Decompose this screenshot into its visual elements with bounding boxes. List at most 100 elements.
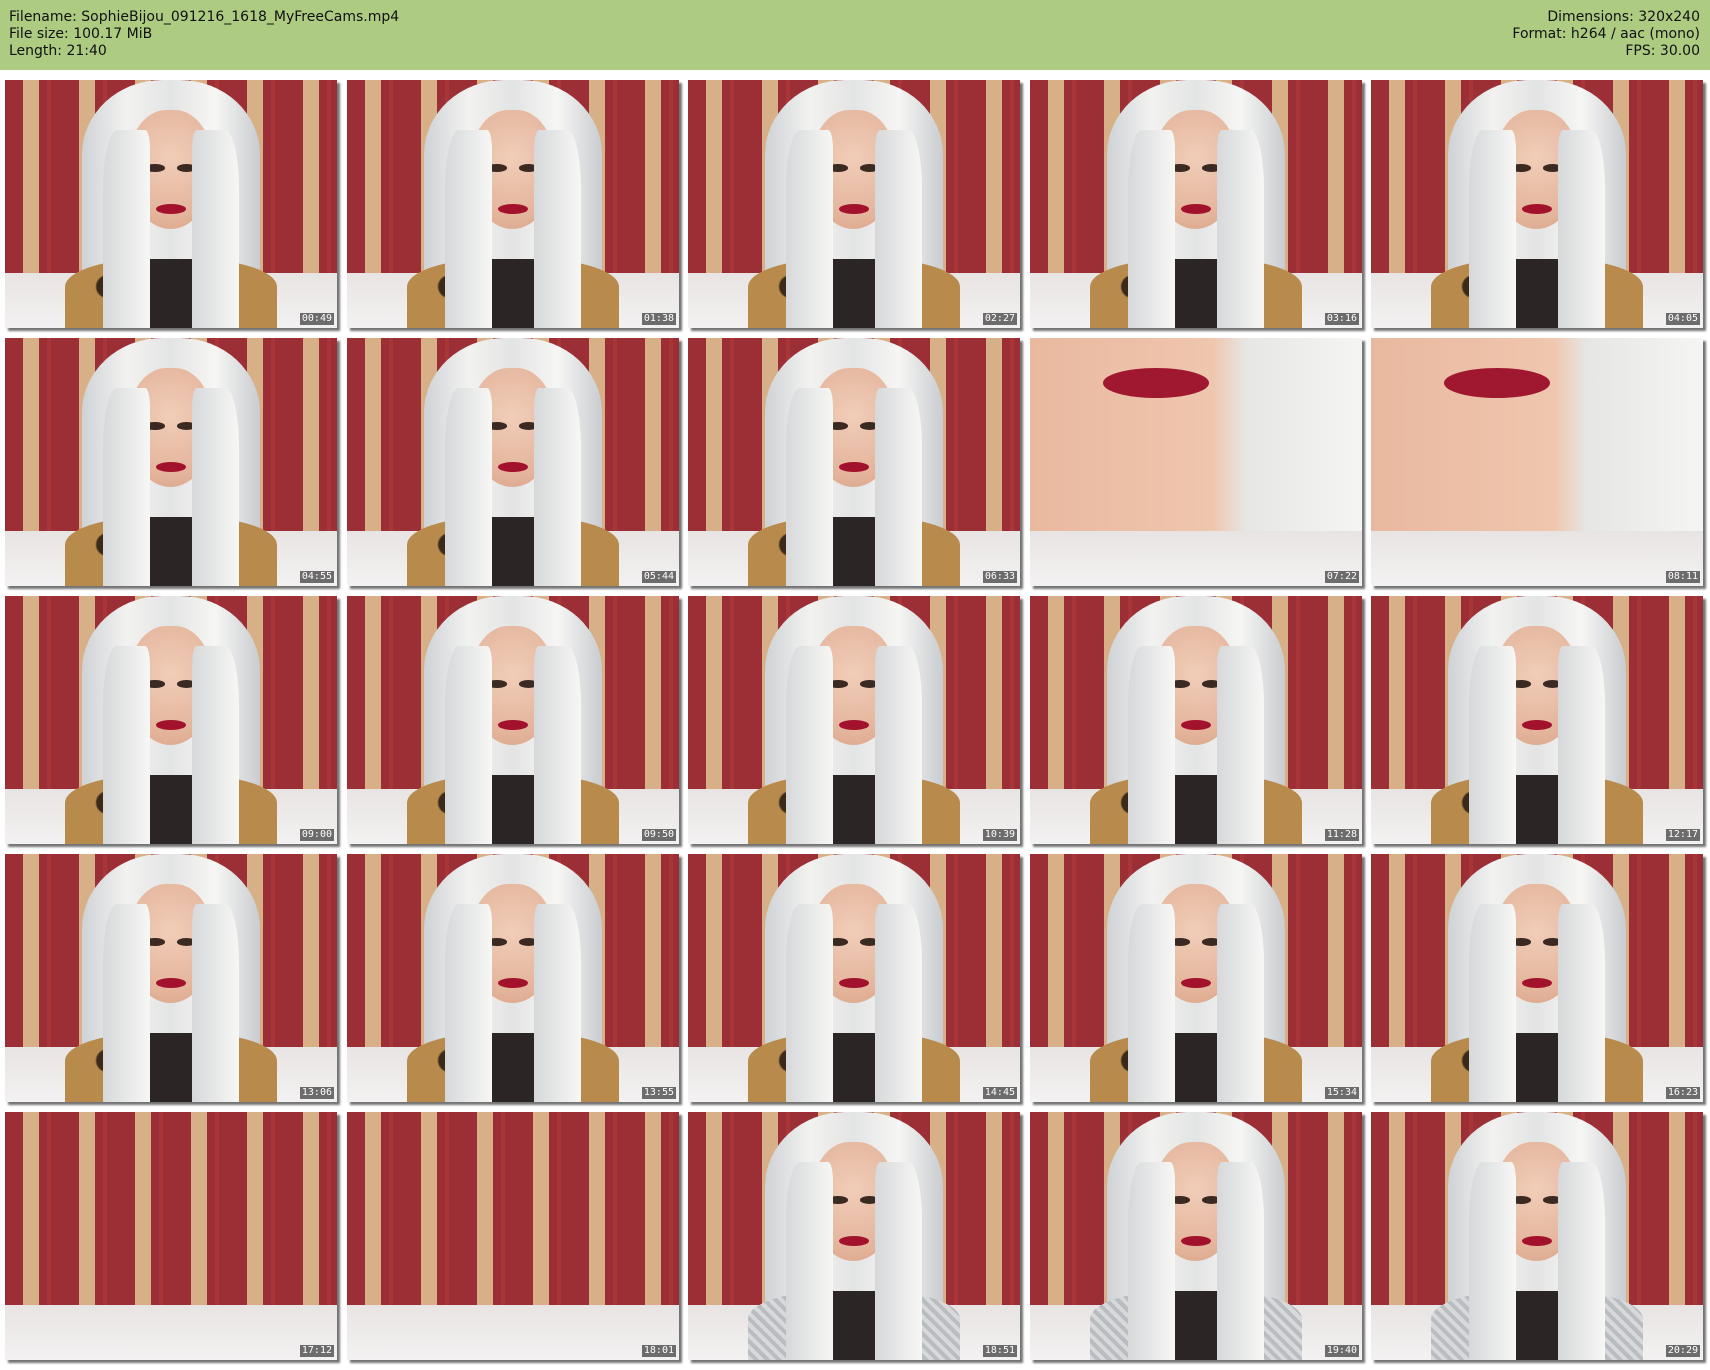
- hair-strand: [875, 387, 922, 586]
- timestamp-label: 06:33: [982, 571, 1017, 583]
- person-figure: [747, 854, 961, 1102]
- timestamp-label: 20:29: [1665, 1345, 1700, 1357]
- lips-shape: [1181, 978, 1211, 988]
- video-thumbnail[interactable]: 16:23: [1371, 854, 1703, 1102]
- video-thumbnail[interactable]: 09:50: [347, 596, 679, 844]
- clothing-shape: [64, 258, 278, 328]
- video-thumbnail[interactable]: 14:45: [688, 854, 1020, 1102]
- video-thumbnail[interactable]: 02:27: [688, 80, 1020, 328]
- video-thumbnail[interactable]: 05:44: [347, 338, 679, 586]
- video-thumbnail[interactable]: 09:00: [5, 596, 337, 844]
- length-text: Length: 21:40: [9, 43, 107, 59]
- video-thumbnail[interactable]: 10:39: [688, 596, 1020, 844]
- hair-strand: [444, 129, 492, 328]
- lips-shape: [1181, 204, 1211, 214]
- video-thumbnail[interactable]: 12:17: [1371, 596, 1703, 844]
- hair-strand: [875, 129, 922, 328]
- person-figure: [64, 854, 278, 1102]
- hair-strand: [1558, 129, 1605, 328]
- lips-shape: [1181, 1236, 1211, 1246]
- hair-strand: [1217, 1161, 1264, 1360]
- person-figure: [1089, 596, 1303, 844]
- video-thumbnail[interactable]: 15:34: [1030, 854, 1362, 1102]
- hair-strand: [1127, 903, 1175, 1102]
- hair-strand: [444, 903, 492, 1102]
- lips-shape: [498, 462, 528, 472]
- lips-closeup: [1444, 367, 1551, 398]
- person-figure: [406, 596, 620, 844]
- timestamp-label: 02:27: [982, 313, 1017, 325]
- clothing-shape: [406, 774, 620, 844]
- hair-strand: [785, 645, 833, 844]
- timestamp-label: 03:16: [1324, 313, 1359, 325]
- timestamp-label: 05:44: [641, 571, 676, 583]
- video-thumbnail[interactable]: 20:29: [1371, 1112, 1703, 1360]
- clothing-shape: [64, 774, 278, 844]
- timestamp-label: 19:40: [1324, 1345, 1359, 1357]
- hair-strand: [1468, 645, 1516, 844]
- timestamp-label: 08:11: [1665, 571, 1700, 583]
- video-thumbnail[interactable]: 01:38: [347, 80, 679, 328]
- video-thumbnail[interactable]: 07:22: [1030, 338, 1362, 586]
- sofa-area: [347, 1305, 679, 1360]
- timestamp-label: 09:00: [299, 829, 334, 841]
- lips-shape: [498, 720, 528, 730]
- clothing-shape: [747, 1290, 961, 1360]
- video-thumbnail[interactable]: 13:55: [347, 854, 679, 1102]
- video-thumbnail[interactable]: 04:05: [1371, 80, 1703, 328]
- lips-shape: [839, 978, 869, 988]
- timestamp-label: 12:17: [1665, 829, 1700, 841]
- clothing-shape: [1089, 1032, 1303, 1102]
- video-thumbnail[interactable]: 17:12: [5, 1112, 337, 1360]
- lips-shape: [839, 720, 869, 730]
- lips-shape: [1522, 204, 1552, 214]
- clothing-shape: [406, 1032, 620, 1102]
- timestamp-label: 10:39: [982, 829, 1017, 841]
- hair-strand: [192, 903, 239, 1102]
- lips-shape: [1522, 1236, 1552, 1246]
- video-thumbnail[interactable]: 13:06: [5, 854, 337, 1102]
- hair-strand: [534, 387, 581, 586]
- hair-strand: [875, 645, 922, 844]
- hair-strand: [1217, 645, 1264, 844]
- person-figure: [747, 596, 961, 844]
- video-thumbnail[interactable]: 00:49: [5, 80, 337, 328]
- lips-closeup: [1103, 367, 1210, 398]
- lips-shape: [156, 720, 186, 730]
- hair-strand: [534, 903, 581, 1102]
- video-thumbnail[interactable]: 18:51: [688, 1112, 1020, 1360]
- video-thumbnail[interactable]: 11:28: [1030, 596, 1362, 844]
- timestamp-label: 17:12: [299, 1345, 334, 1357]
- hair-strand: [875, 1161, 922, 1360]
- video-thumbnail[interactable]: 03:16: [1030, 80, 1362, 328]
- hair-strand: [1558, 903, 1605, 1102]
- video-thumbnail[interactable]: 18:01: [347, 1112, 679, 1360]
- timestamp-label: 04:05: [1665, 313, 1700, 325]
- person-figure: [406, 80, 620, 328]
- dimensions-text: Dimensions: 320x240: [1547, 9, 1700, 25]
- lips-shape: [156, 978, 186, 988]
- lips-shape: [839, 204, 869, 214]
- person-figure: [747, 338, 961, 586]
- person-figure: [406, 338, 620, 586]
- hair-strand: [785, 903, 833, 1102]
- timestamp-label: 13:55: [641, 1087, 676, 1099]
- hair-strand: [1468, 129, 1516, 328]
- hair-strand: [1127, 645, 1175, 844]
- clothing-shape: [1089, 1290, 1303, 1360]
- hair-strand: [785, 387, 833, 586]
- hair-strand: [534, 129, 581, 328]
- person-figure: [64, 596, 278, 844]
- video-thumbnail[interactable]: 06:33: [688, 338, 1020, 586]
- video-thumbnail[interactable]: 08:11: [1371, 338, 1703, 586]
- info-header: Filename: SophieBijou_091216_1618_MyFree…: [0, 0, 1710, 70]
- sofa-area: [1030, 531, 1362, 586]
- video-thumbnail[interactable]: 04:55: [5, 338, 337, 586]
- video-thumbnail[interactable]: 19:40: [1030, 1112, 1362, 1360]
- timestamp-label: 07:22: [1324, 571, 1359, 583]
- hair-strand: [1217, 129, 1264, 328]
- sofa-area: [1371, 531, 1703, 586]
- timestamp-label: 11:28: [1324, 829, 1359, 841]
- timestamp-label: 16:23: [1665, 1087, 1700, 1099]
- timestamp-label: 01:38: [641, 313, 676, 325]
